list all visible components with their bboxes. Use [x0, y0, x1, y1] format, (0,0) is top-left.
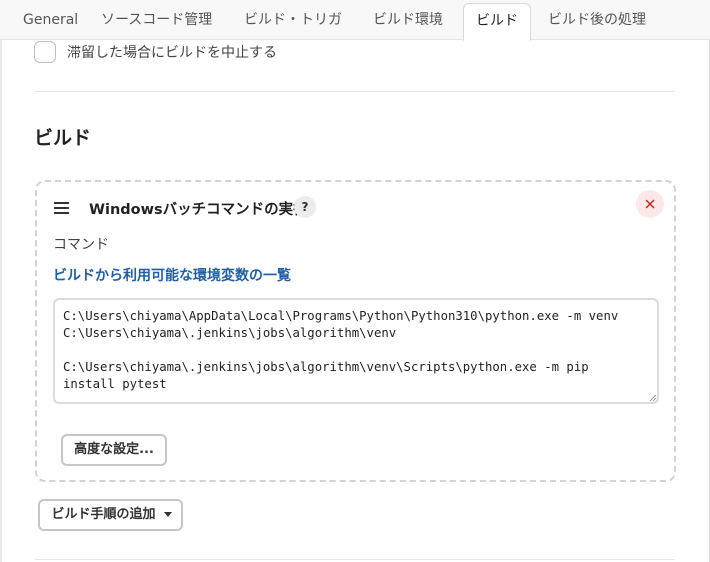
command-label: コマンド	[53, 237, 109, 253]
help-icon[interactable]: ?	[294, 196, 316, 218]
close-icon	[645, 199, 655, 209]
build-step-card: Windowsバッチコマンドの実行 ? コマンド ビルドから利用可能な環境変数の…	[35, 180, 676, 482]
section-title: ビルド	[34, 127, 92, 149]
tab-build[interactable]: ビルド	[463, 3, 531, 41]
advanced-settings-button[interactable]: 高度な設定...	[61, 434, 167, 466]
add-build-step-button[interactable]: ビルド手順の追加	[38, 499, 183, 531]
tab-bar: General ソースコード管理 ビルド・トリガ ビルド環境 ビルド ビルド後の…	[0, 0, 710, 41]
bottom-divider	[35, 559, 675, 560]
abort-if-stuck-label[interactable]: 滞留した場合にビルドを中止する	[67, 42, 277, 62]
tab-build-triggers[interactable]: ビルド・トリガ	[244, 0, 342, 40]
delete-step-button[interactable]	[636, 190, 664, 218]
tab-build-environment[interactable]: ビルド環境	[373, 0, 443, 40]
tab-general[interactable]: General	[23, 0, 78, 40]
resize-grip-icon[interactable]	[649, 394, 657, 402]
tab-source-code-management[interactable]: ソースコード管理	[101, 0, 212, 40]
add-build-step-label: ビルド手順の追加	[51, 507, 156, 522]
build-step-title: Windowsバッチコマンドの実行	[89, 202, 308, 218]
env-variables-link[interactable]: ビルドから利用可能な環境変数の一覧	[53, 265, 291, 285]
abort-if-stuck-option: 滞留した場合にビルドを中止する	[34, 40, 277, 64]
caret-down-icon	[163, 512, 172, 517]
drag-handle-icon[interactable]	[54, 202, 69, 214]
page-frame-left	[0, 40, 2, 562]
tab-post-build-actions[interactable]: ビルド後の処理	[548, 0, 646, 40]
command-textarea[interactable]: C:\Users\chiyama\AppData\Local\Programs\…	[53, 298, 659, 404]
abort-if-stuck-checkbox[interactable]	[34, 41, 56, 63]
section-divider	[35, 91, 675, 92]
